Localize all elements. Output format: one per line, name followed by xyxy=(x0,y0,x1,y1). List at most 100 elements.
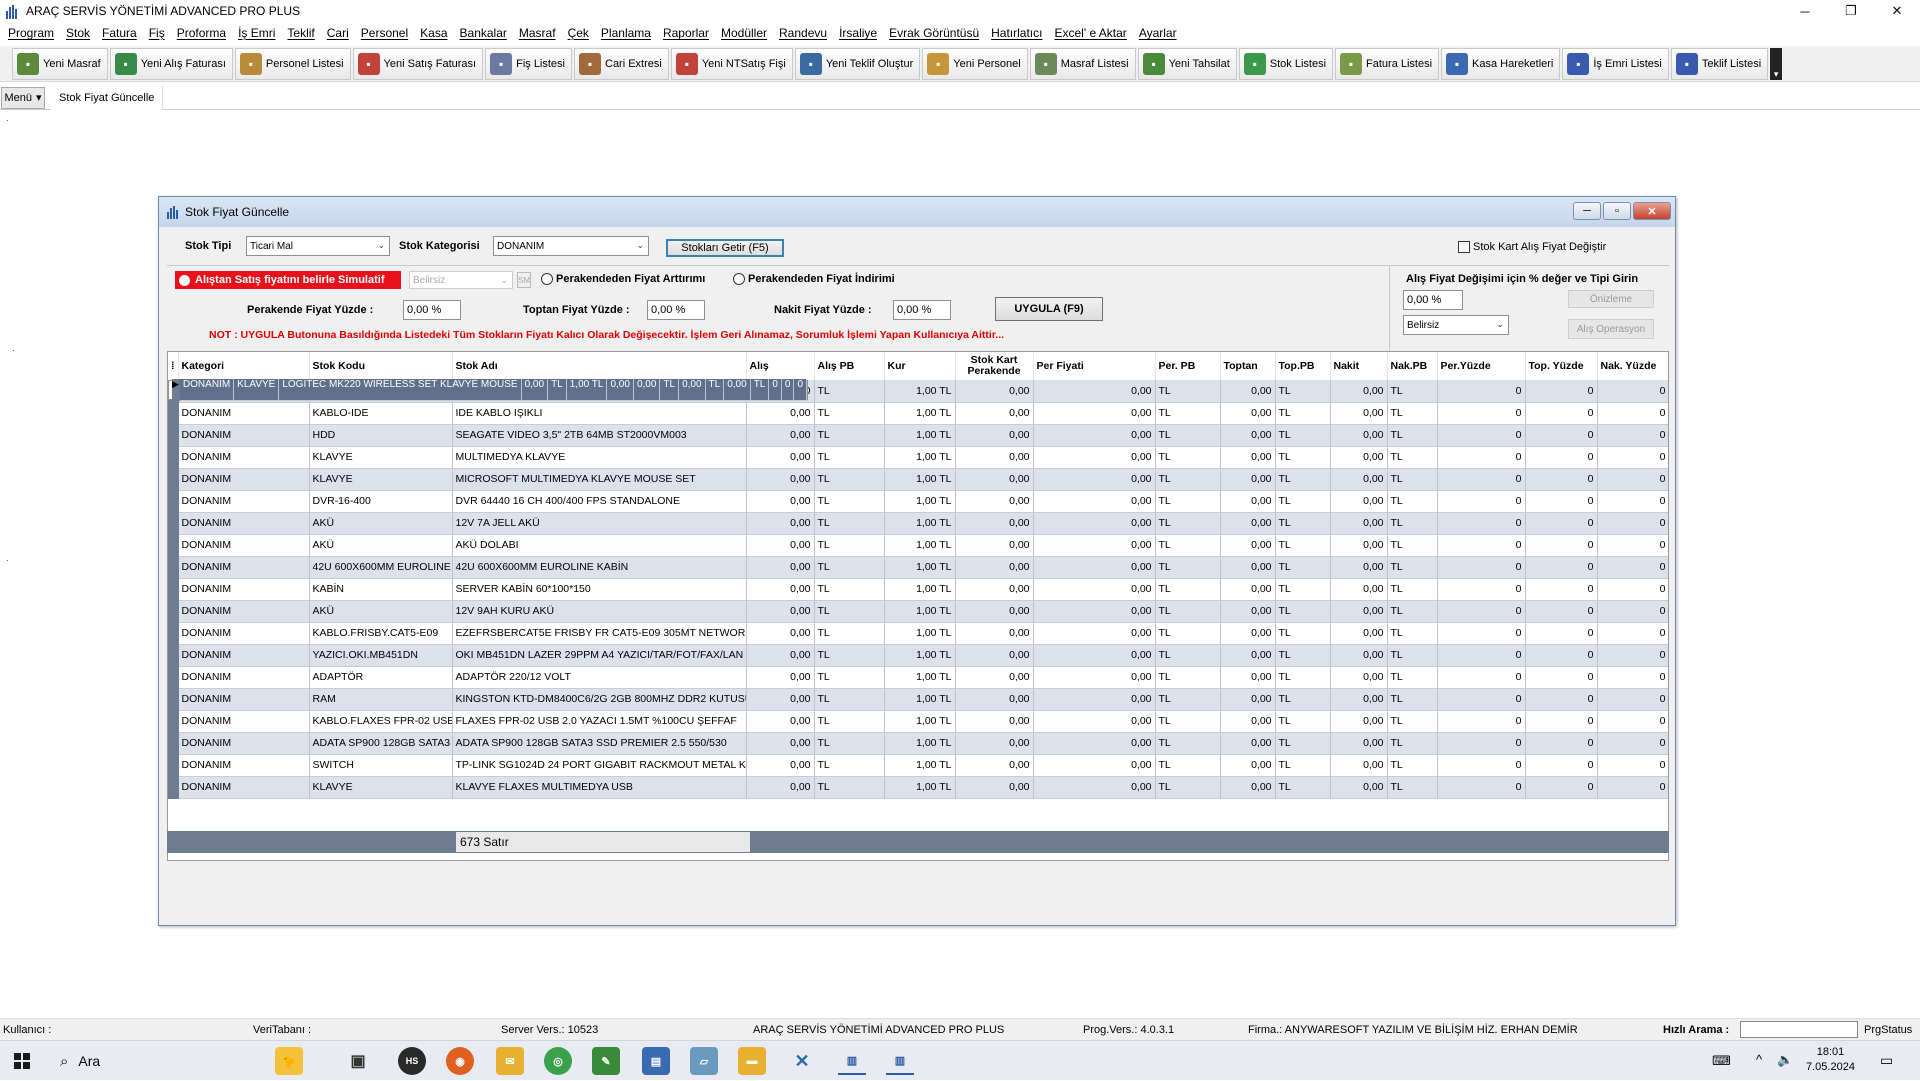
table-cell[interactable]: 0,00 xyxy=(955,732,1034,755)
column-header-5[interactable]: Kur xyxy=(884,352,956,380)
table-cell[interactable]: 0,00 xyxy=(955,402,1034,425)
table-cell[interactable]: 0,00 xyxy=(1033,578,1156,601)
table-cell[interactable]: TL xyxy=(814,424,885,447)
table-cell[interactable]: 0,00 xyxy=(1220,666,1276,689)
table-cell[interactable]: TL xyxy=(1387,754,1438,777)
table-row[interactable]: DONANIM ADAPTÖR ADAPTÖR 220/12 VOLT 0,00 TL 1… xyxy=(168,666,1668,689)
alis-panel-select[interactable]: Belirsiz ⌄ xyxy=(1403,315,1509,335)
table-cell[interactable]: 0,00 xyxy=(1220,688,1276,711)
table-cell[interactable]: ADAPTÖR xyxy=(309,666,453,689)
file-explorer-icon[interactable]: ▬ xyxy=(738,1047,766,1075)
menu-item-7[interactable]: Cari xyxy=(323,26,357,40)
table-cell[interactable]: TL xyxy=(814,754,885,777)
table-cell[interactable]: DONANIM xyxy=(178,710,310,733)
table-cell[interactable]: 0 xyxy=(1525,578,1598,601)
table-cell[interactable]: TL xyxy=(1155,556,1221,579)
column-header-0[interactable]: Kategori xyxy=(178,352,310,380)
menu-item-6[interactable]: Teklif xyxy=(283,26,322,40)
toolbar-button-15[interactable]: ▪ Teklif Listesi xyxy=(1670,47,1769,80)
table-cell[interactable]: 0,00 xyxy=(746,776,815,799)
table-cell[interactable]: TL xyxy=(814,534,885,557)
row-indicator[interactable] xyxy=(168,622,179,645)
column-header-10[interactable]: Top.PB xyxy=(1275,352,1331,380)
table-cell[interactable]: 1,00 TL xyxy=(884,622,956,645)
table-cell[interactable]: TL xyxy=(1387,666,1438,689)
table-cell[interactable]: TL xyxy=(1387,600,1438,623)
table-cell[interactable]: 0 xyxy=(1525,732,1598,755)
table-cell[interactable]: DONANIM xyxy=(179,379,235,401)
onizleme-button[interactable]: Önizleme xyxy=(1568,290,1654,308)
table-cell[interactable]: 0 xyxy=(1437,490,1526,513)
stoklari-getir-button[interactable]: Stokları Getir (F5) xyxy=(666,239,784,257)
table-row[interactable]: DONANIM AKÜ 12V 7A JELL AKÜ 0,00 TL 1,00 TL 0,… xyxy=(168,512,1668,535)
menu-dropdown-button[interactable]: Menü ▾ xyxy=(1,86,45,109)
table-cell[interactable]: 0 xyxy=(1525,446,1598,469)
simulatif-toggle[interactable]: Alıştan Satış fiyatını belirle Simulatif xyxy=(175,271,401,289)
table-cell[interactable]: 0 xyxy=(794,379,808,401)
table-cell[interactable]: TL xyxy=(814,666,885,689)
row-indicator[interactable] xyxy=(168,534,179,557)
menu-item-4[interactable]: Proforma xyxy=(173,26,234,40)
table-cell[interactable]: TL xyxy=(1155,468,1221,491)
table-cell[interactable]: 0,00 xyxy=(746,468,815,491)
table-row[interactable]: DONANIM KLAVYE KLAVYE FLAXES MULTIMEDYA US… xyxy=(168,776,1668,799)
table-cell[interactable]: 0,00 xyxy=(955,534,1034,557)
table-cell[interactable]: 0,00 xyxy=(1220,732,1276,755)
table-cell[interactable]: DONANIM xyxy=(178,468,310,491)
table-cell[interactable]: 0,00 xyxy=(955,666,1034,689)
table-cell[interactable]: OKI MB451DN LAZER 29PPM A4 YAZICI/TAR/FO… xyxy=(452,644,747,667)
row-indicator[interactable] xyxy=(168,578,179,601)
table-row[interactable]: DONANIM ADATA SP900 128GB SATA3 ADATA SP90… xyxy=(168,732,1668,755)
table-cell[interactable]: TL xyxy=(1155,754,1221,777)
table-cell[interactable]: 1,00 TL xyxy=(884,776,956,799)
table-cell[interactable]: 0 xyxy=(1437,710,1526,733)
table-cell[interactable]: AKÜ DOLABI xyxy=(452,534,747,557)
table-cell[interactable]: 0 xyxy=(1597,644,1668,667)
table-cell[interactable]: DONANIM xyxy=(178,424,310,447)
row-indicator[interactable] xyxy=(168,512,179,535)
table-cell[interactable]: AKÜ xyxy=(309,512,453,535)
column-header-3[interactable]: Alış xyxy=(746,352,815,380)
table-cell[interactable]: TL xyxy=(814,732,885,755)
table-cell[interactable]: 0,00 xyxy=(955,644,1034,667)
table-cell[interactable]: 0,00 xyxy=(1330,644,1388,667)
table-cell[interactable]: 0,00 xyxy=(1033,622,1156,645)
hs-app-icon[interactable]: HS xyxy=(398,1047,426,1075)
table-cell[interactable]: 0,00 xyxy=(607,379,634,401)
table-cell[interactable]: TL xyxy=(1275,424,1331,447)
table-cell[interactable]: 0 xyxy=(1525,424,1598,447)
table-cell[interactable]: 0 xyxy=(1437,644,1526,667)
row-indicator[interactable] xyxy=(168,446,179,469)
table-cell[interactable]: TL xyxy=(1155,622,1221,645)
table-row[interactable]: DONANIM YAZICI.OKI.MB451DN OKI MB451DN LAZ… xyxy=(168,644,1668,667)
column-header-15[interactable]: Nak. Yüzde xyxy=(1597,352,1668,380)
menu-item-20[interactable]: Excel' e Aktar xyxy=(1050,26,1134,40)
table-cell[interactable]: 0,00 xyxy=(1330,578,1388,601)
table-cell[interactable]: 0 xyxy=(1437,512,1526,535)
table-cell[interactable]: 1,00 TL xyxy=(884,446,956,469)
table-cell[interactable]: DONANIM xyxy=(178,776,310,799)
table-cell[interactable]: TL xyxy=(814,600,885,623)
table-cell[interactable]: TL xyxy=(814,512,885,535)
table-cell[interactable]: 0,00 xyxy=(746,578,815,601)
table-cell[interactable]: TL xyxy=(1387,556,1438,579)
table-cell[interactable]: KLAVYE xyxy=(309,446,453,469)
table-cell[interactable]: 0,00 xyxy=(633,379,661,401)
row-indicator[interactable] xyxy=(168,600,179,623)
table-cell[interactable]: TL xyxy=(1387,622,1438,645)
row-indicator[interactable] xyxy=(168,402,179,425)
table-cell[interactable]: 0,00 xyxy=(955,578,1034,601)
toolbar-button-14[interactable]: ▪ İş Emri Listesi xyxy=(1562,47,1669,80)
table-row[interactable]: DONANIM HDD SEAGATE VIDEO 3,5" 2TB 64MB ST… xyxy=(168,424,1668,447)
table-cell[interactable]: 42U 600X600MM EUROLINE K xyxy=(309,556,453,579)
table-cell[interactable]: HDD xyxy=(309,424,453,447)
table-row[interactable]: DONANIM DVR-16-400 DVR 64440 16 CH 400/400… xyxy=(168,490,1668,513)
table-cell[interactable]: TL xyxy=(1275,600,1331,623)
dialog-maximize-button[interactable]: ▫ xyxy=(1603,202,1631,220)
table-cell[interactable]: DONANIM xyxy=(178,490,310,513)
table-cell[interactable]: 0 xyxy=(1597,710,1668,733)
table-cell[interactable]: 0,00 xyxy=(1033,380,1156,403)
table-cell[interactable]: TL xyxy=(1387,732,1438,755)
table-cell[interactable]: 0 xyxy=(1597,424,1668,447)
table-cell[interactable]: 0,00 xyxy=(955,688,1034,711)
